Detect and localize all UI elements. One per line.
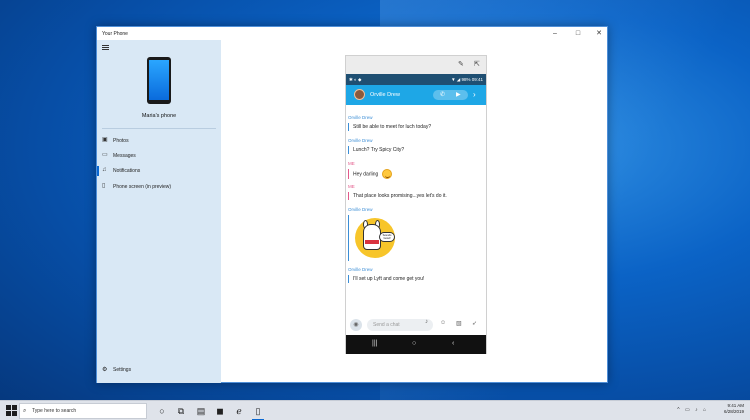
sidebar-item-notifications[interactable]: ♫ Notifications [97,164,221,178]
sidebar-item-photos[interactable]: ▣ Photos [97,134,221,148]
photo-icon: ▣ [102,137,108,143]
gear-icon: ⚙ [102,367,108,373]
message-text: Hey darling [353,171,379,178]
sticker-icon[interactable]: ▧ [456,320,462,327]
clock-date: 6/28/2019 [723,409,744,414]
phone-call-icon[interactable]: ✆ [440,91,445,98]
rocket-icon[interactable]: ➶ [472,320,477,327]
taskbar-search-input[interactable]: ⌕ Type here to search [19,403,147,419]
mirror-toolbar: ✎ ⇱ [346,56,486,74]
message-sender: Orville Drew [348,115,373,120]
sidebar-item-label: Notifications [113,168,141,174]
chat-message: Orville Drew Sounds Good! [348,207,482,261]
emoji-icon[interactable]: ☺ [440,320,446,326]
message-sender: Orville Drew [348,207,373,212]
video-call-icon[interactable]: ▶ [456,91,461,98]
search-placeholder: Type here to search [32,408,77,414]
message-bubble: Hey darling [348,169,482,179]
your-phone-window: Your Phone – □ ✕ Maria's phone ▣ Photos … [96,26,608,383]
back-icon[interactable]: ‹ [452,340,454,347]
title-bar[interactable]: Your Phone – □ ✕ [97,27,607,40]
phone-screen-icon: ▯ [102,183,106,189]
maximize-button[interactable]: □ [567,28,589,39]
window-title: Your Phone [102,31,128,37]
chevron-right-icon[interactable]: › [473,90,476,99]
chat-message: ME That place looks promising...yes let'… [348,184,482,200]
system-tray-icons[interactable]: ^ ▭ ♪ ⌂ [677,407,708,413]
file-explorer-icon[interactable]: ▤ [195,405,207,417]
sticker-caption: Sounds Good! [379,232,395,242]
sidebar-item-label: Phone screen (in preview) [113,184,172,190]
pin-icon[interactable]: ✎ [458,60,464,68]
sticker-message: Sounds Good! [348,215,482,261]
smiley-emoji-icon [382,169,393,179]
phone-screen-mirror[interactable]: ✎ ⇱ ✱ ◐ ◆ ▼ ◢ 98% 09:41 Orville Drew ✆ ▶… [345,55,487,354]
sidebar-item-settings[interactable]: ⚙ Settings [97,363,221,377]
android-nav-bar: ||| ○ ‹ [346,335,486,354]
status-right-info: ▼ ◢ 98% 09:41 [451,77,483,82]
chat-input[interactable]: Send a chat [367,319,433,331]
task-view-icon[interactable]: ○ [156,405,168,417]
sidebar-item-label: Photos [113,138,129,144]
chat-thread[interactable]: Orville Drew Still be able to meet for l… [346,105,486,315]
start-button[interactable] [6,405,17,416]
sidebar-item-label: Settings [113,367,132,373]
popout-icon[interactable]: ⇱ [474,60,480,68]
timeline-icon[interactable]: ⧉ [175,405,187,417]
clock[interactable]: 9:41 AM 6/28/2019 [724,403,744,415]
message-icon: ▭ [102,152,108,158]
dog-sticker[interactable]: Sounds Good! [355,218,395,258]
microphone-icon[interactable]: ♪ [425,319,428,325]
sidebar-item-phone-screen[interactable]: ▯ Phone screen (in preview) [97,180,221,194]
status-left-icons: ✱ ◐ ◆ [349,77,362,82]
chat-composer: ◉ Send a chat ♪ ☺ ▧ ➶ [346,315,486,335]
search-icon: ⌕ [23,408,27,414]
your-phone-icon[interactable]: ▯ [252,405,264,420]
bell-icon: ♫ [102,167,107,173]
chat-message: Orville Drew I'll set up Lyft and come g… [348,267,482,283]
hamburger-menu-icon[interactable] [102,45,109,50]
message-text: I'll set up Lyft and come get you! [348,275,482,283]
sidebar-item-label: Messages [113,153,136,159]
message-sender: Orville Drew [348,138,373,143]
taskbar: ⌕ Type here to search ○ ⧉ ▤ ◼ ℯ ▯ ^ ▭ ♪ … [0,400,750,420]
chat-message: Orville Drew Lunch? Try Spicy City? [348,138,482,154]
edge-icon[interactable]: ℯ [233,405,245,417]
message-sender: Orville Drew [348,267,373,272]
message-sender: ME [348,161,355,166]
android-status-bar: ✱ ◐ ◆ ▼ ◢ 98% 09:41 [346,74,486,85]
minimize-button[interactable]: – [544,28,566,39]
avatar[interactable] [354,89,365,100]
call-controls: ✆ ▶ [433,90,468,100]
phone-name: Maria's phone [141,113,177,119]
message-sender: ME [348,184,355,189]
sidebar: Maria's phone ▣ Photos ▭ Messages ♫ Noti… [97,40,221,383]
home-icon[interactable]: ○ [412,340,416,347]
close-button[interactable]: ✕ [588,28,610,39]
store-icon[interactable]: ◼ [214,405,226,417]
sidebar-divider [102,128,216,129]
message-text: Still be able to meet for luch today? [348,123,482,131]
message-text: That place looks promising...yes let's d… [348,192,482,200]
chat-message: ME Hey darling [348,161,482,179]
message-text: Lunch? Try Spicy City? [348,146,482,154]
phone-illustration [147,57,171,104]
recents-icon[interactable]: ||| [372,340,377,347]
sidebar-item-messages[interactable]: ▭ Messages [97,149,221,163]
contact-name[interactable]: Orville Drew [370,92,400,98]
chat-message: Orville Drew Still be able to meet for l… [348,115,482,131]
camera-icon[interactable]: ◉ [350,319,362,331]
chat-header: Orville Drew ✆ ▶ › [346,85,486,105]
